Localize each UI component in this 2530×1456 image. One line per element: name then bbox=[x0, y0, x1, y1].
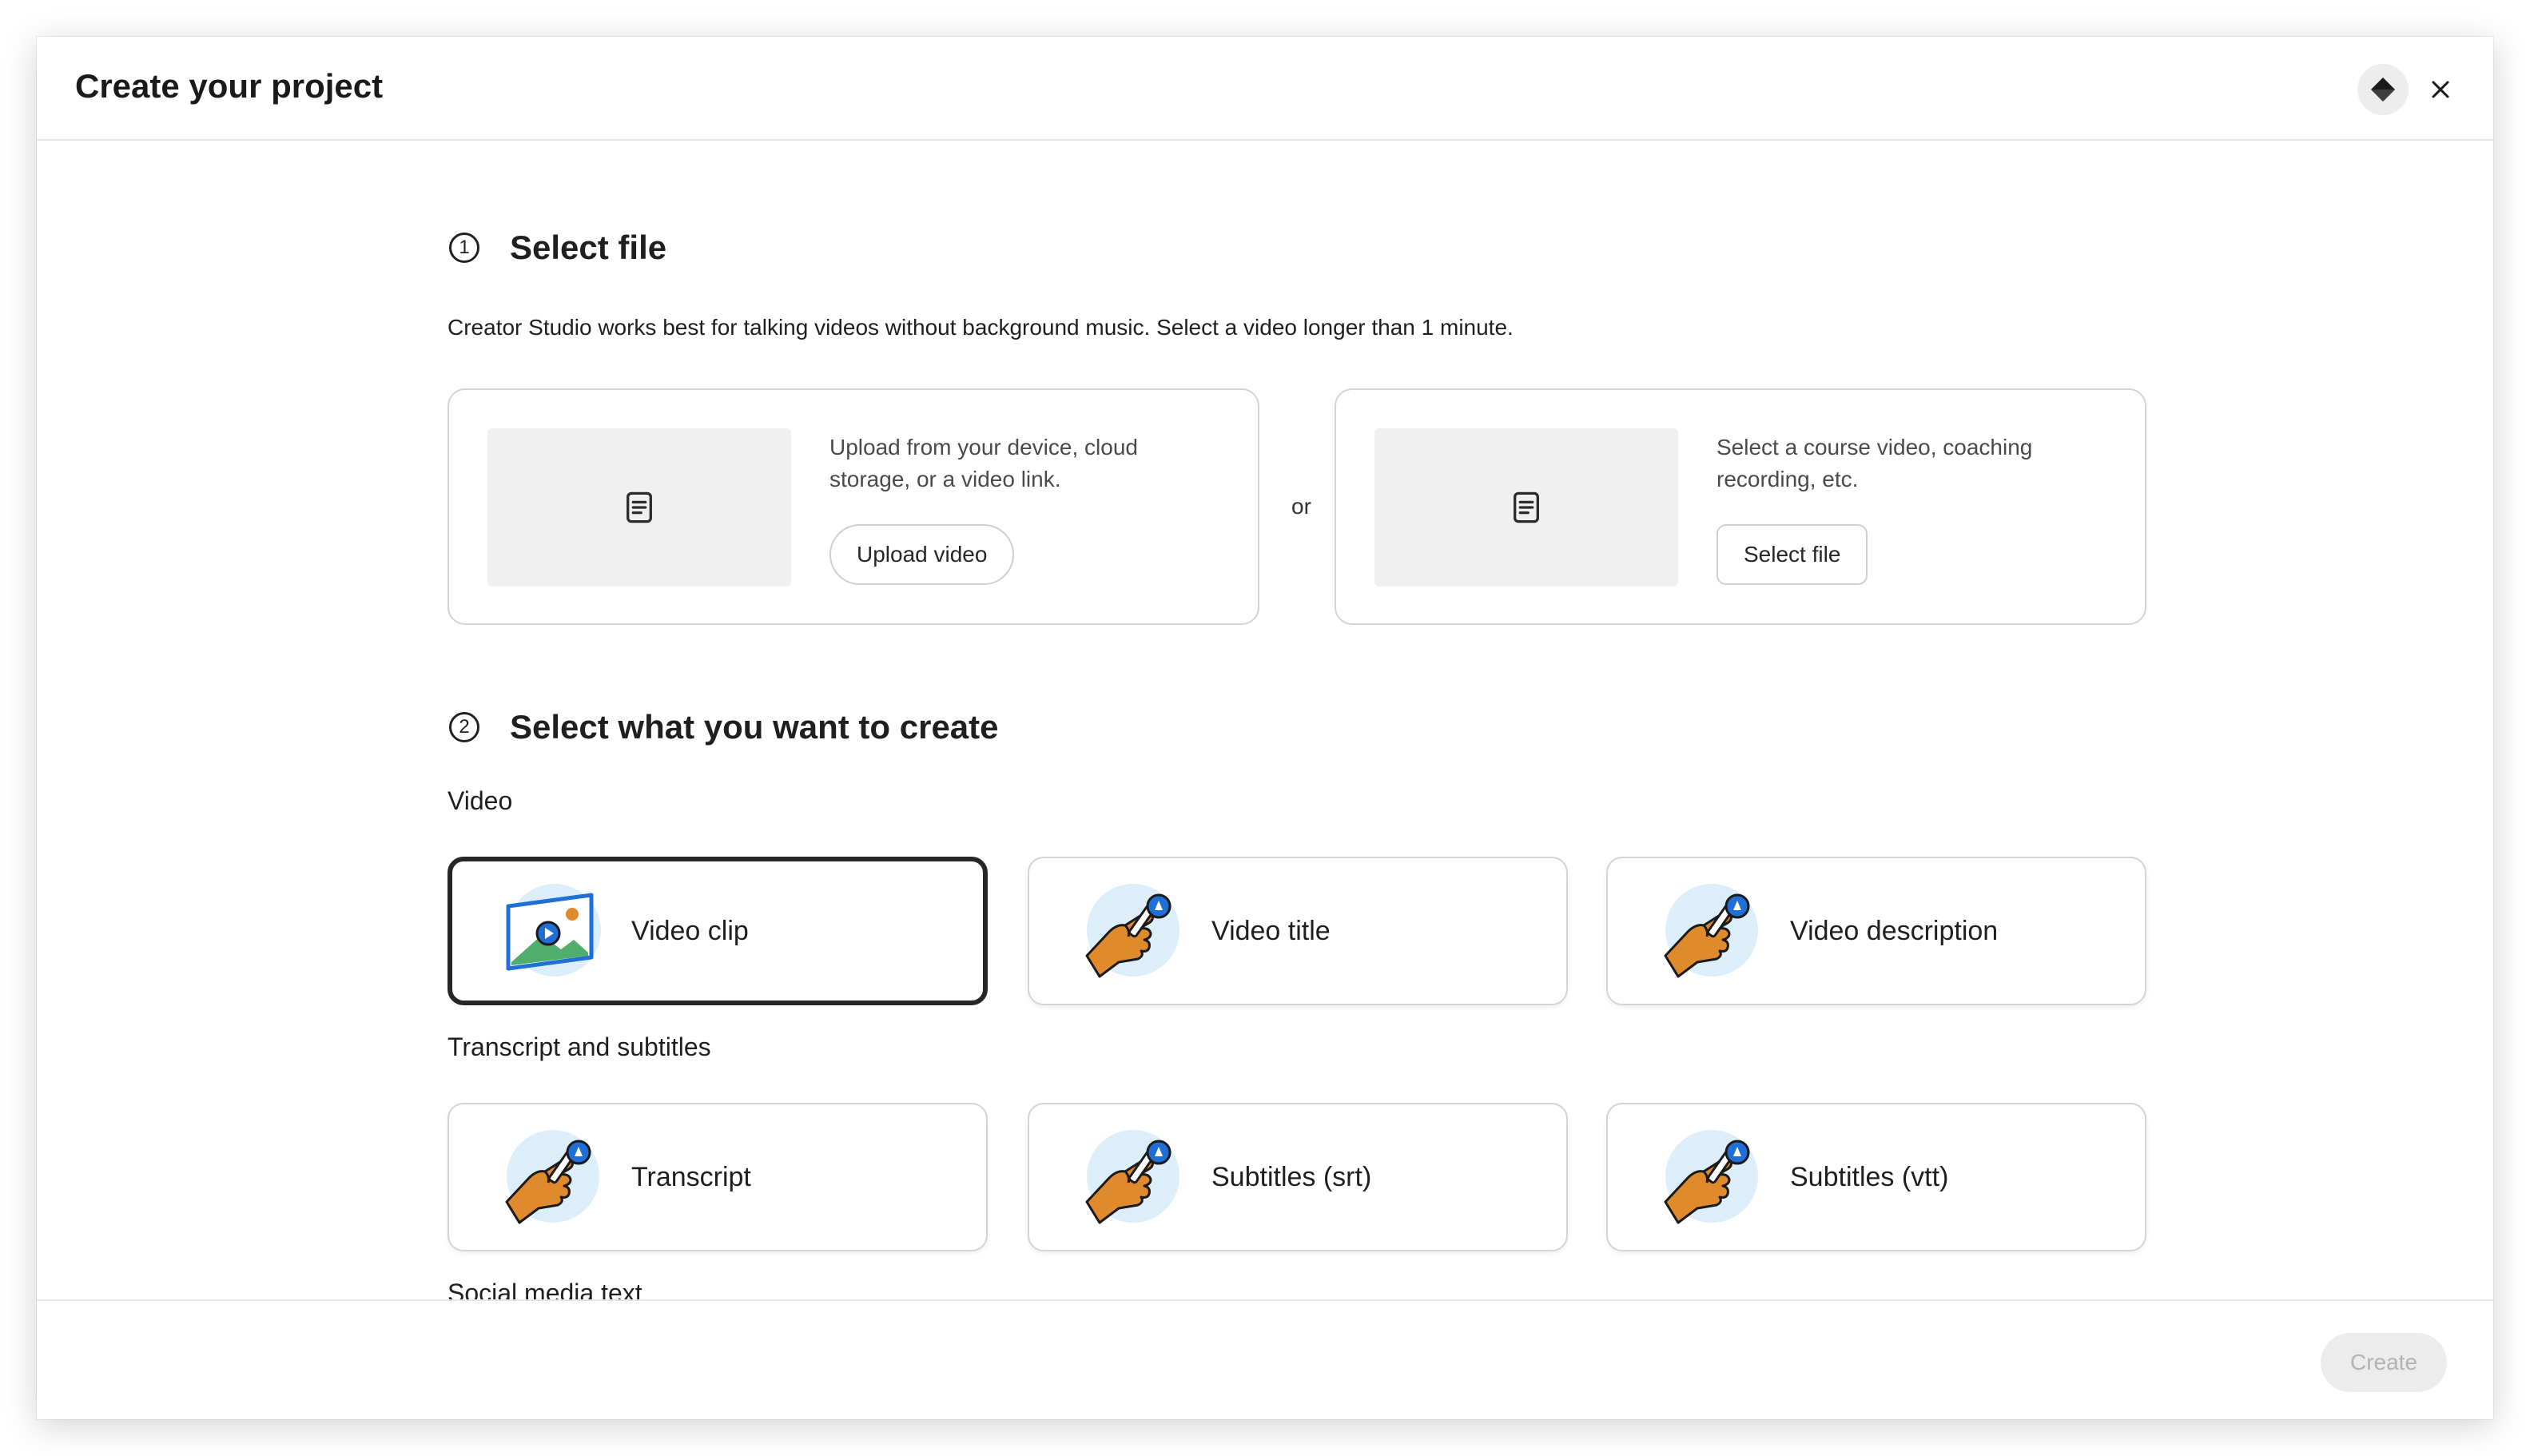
close-button[interactable] bbox=[2418, 67, 2463, 112]
option-video-clip[interactable]: Video clip bbox=[448, 857, 988, 1005]
upload-video-button[interactable]: Upload video bbox=[829, 524, 1015, 585]
file-hint-text: Creator Studio works best for talking vi… bbox=[448, 315, 1514, 340]
step-1-title: Select file bbox=[510, 229, 667, 266]
option-label: Subtitles (srt) bbox=[1211, 1161, 1372, 1192]
premium-button[interactable] bbox=[2357, 64, 2409, 115]
document-icon bbox=[622, 490, 657, 525]
step-1-heading: 1 Select file bbox=[449, 229, 666, 267]
create-button[interactable]: Create bbox=[2321, 1333, 2447, 1392]
or-separator: or bbox=[1291, 494, 1311, 519]
dialog-content[interactable]: 1 Select file Creator Studio works best … bbox=[37, 141, 2493, 1336]
option-transcript[interactable]: Transcript bbox=[448, 1103, 988, 1251]
step-2-title: Select what you want to create bbox=[510, 708, 999, 746]
close-icon bbox=[2432, 81, 2449, 98]
option-video-description[interactable]: Video description bbox=[1606, 857, 2146, 1005]
option-label: Video description bbox=[1790, 915, 1999, 946]
option-subtitles-vtt[interactable]: Subtitles (vtt) bbox=[1606, 1103, 2146, 1251]
hand-pen-icon bbox=[497, 1125, 601, 1229]
select-thumbnail bbox=[1374, 428, 1678, 587]
option-video-title[interactable]: Video title bbox=[1028, 857, 1568, 1005]
hand-pen-icon bbox=[1656, 879, 1760, 983]
hand-pen-icon bbox=[1077, 1125, 1181, 1229]
hand-pen-icon bbox=[1077, 879, 1181, 983]
upload-video-card[interactable]: Upload from your device, cloud storage, … bbox=[448, 388, 1259, 625]
diamond-icon bbox=[2371, 78, 2395, 101]
option-label: Video title bbox=[1211, 915, 1331, 946]
step-1-number: 1 bbox=[449, 233, 479, 263]
select-file-card[interactable]: Select a course video, coaching recordin… bbox=[1335, 388, 2146, 625]
upload-description: Upload from your device, cloud storage, … bbox=[829, 435, 1138, 491]
option-subtitles-srt[interactable]: Subtitles (srt) bbox=[1028, 1103, 1568, 1251]
option-label: Transcript bbox=[631, 1161, 751, 1192]
group-label-transcript: Transcript and subtitles bbox=[448, 1032, 711, 1061]
group-label-video: Video bbox=[448, 786, 513, 815]
option-label: Subtitles (vtt) bbox=[1790, 1161, 1949, 1192]
select-description: Select a course video, coaching recordin… bbox=[1717, 435, 2033, 491]
step-2-number: 2 bbox=[449, 712, 479, 742]
dialog-header: Create your project bbox=[37, 37, 2493, 141]
select-file-button[interactable]: Select file bbox=[1717, 524, 1868, 585]
video-image-icon bbox=[497, 879, 601, 983]
upload-thumbnail bbox=[487, 428, 791, 587]
create-project-dialog: Create your project 1 Select file Creato… bbox=[37, 37, 2493, 1419]
document-icon bbox=[1509, 490, 1544, 525]
dialog-title: Create your project bbox=[75, 67, 384, 105]
hand-pen-icon bbox=[1656, 1125, 1760, 1229]
option-label: Video clip bbox=[631, 915, 749, 946]
step-2-heading: 2 Select what you want to create bbox=[449, 708, 999, 746]
dialog-footer: Create bbox=[37, 1299, 2493, 1419]
